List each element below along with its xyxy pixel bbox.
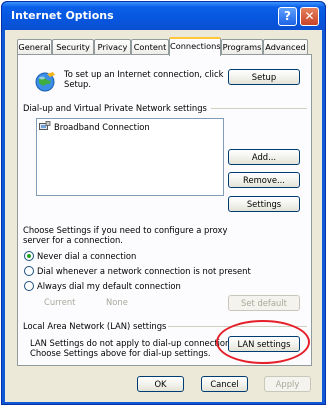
apply-button[interactable]: Apply — [264, 376, 311, 392]
title-bar[interactable]: Internet Options ? ✕ — [2, 2, 325, 30]
proxy-text-line1: Choose Settings if you need to configure… — [23, 225, 228, 235]
setup-text-line1: To set up an Internet connection, click — [64, 69, 224, 79]
dial-whenever-label[interactable]: Dial whenever a network connection is no… — [37, 266, 251, 276]
setup-button[interactable]: Setup — [228, 69, 300, 85]
settings-button[interactable]: Settings — [228, 196, 300, 212]
radio-never-dial[interactable] — [24, 251, 34, 261]
connections-panel: To set up an Internet connection, click … — [17, 54, 312, 366]
dialup-divider — [211, 108, 307, 109]
setup-text-line2: Setup. — [64, 79, 92, 89]
set-default-button[interactable]: Set default — [228, 295, 300, 311]
lan-settings-button[interactable]: LAN settings — [228, 336, 300, 352]
proxy-text-line2: server for a connection. — [23, 235, 123, 245]
dialog-body: General Security Privacy Content Connect… — [5, 30, 322, 402]
close-button[interactable]: ✕ — [300, 7, 319, 26]
current-value: None — [106, 297, 128, 307]
globe-icon — [34, 71, 56, 93]
tab-general[interactable]: General — [17, 39, 52, 55]
tab-privacy[interactable]: Privacy — [94, 39, 131, 55]
tab-connections[interactable]: Connections — [169, 37, 221, 56]
connections-list[interactable]: Broadband Connection — [36, 118, 224, 196]
remove-button[interactable]: Remove... — [228, 172, 300, 188]
list-item-label: Broadband Connection — [54, 122, 150, 132]
ok-button[interactable]: OK — [137, 376, 184, 392]
help-button[interactable]: ? — [278, 7, 297, 26]
lan-text-line1: LAN Settings do not apply to dial-up con… — [30, 338, 238, 348]
window-title: Internet Options — [11, 9, 114, 22]
tab-security[interactable]: Security — [52, 39, 94, 55]
always-dial-label[interactable]: Always dial my default connection — [37, 281, 181, 291]
add-button[interactable]: Add... — [228, 149, 300, 165]
tab-content[interactable]: Content — [131, 39, 169, 55]
dialup-heading: Dial-up and Virtual Private Network sett… — [23, 103, 207, 113]
network-connection-icon — [39, 121, 51, 133]
tab-advanced[interactable]: Advanced — [263, 39, 308, 55]
lan-heading: Local Area Network (LAN) settings — [23, 321, 167, 331]
internet-options-window: Internet Options ? ✕ General Security Pr… — [1, 1, 326, 405]
radio-dial-whenever[interactable] — [24, 266, 34, 276]
cancel-button[interactable]: Cancel — [201, 376, 248, 392]
radio-always-dial[interactable] — [24, 281, 34, 291]
tab-strip: General Security Privacy Content Connect… — [5, 30, 322, 56]
lan-text-line2: Choose Settings above for dial-up settin… — [30, 348, 211, 358]
current-label: Current — [44, 297, 76, 307]
tab-programs[interactable]: Programs — [221, 39, 263, 55]
never-dial-label[interactable]: Never dial a connection — [37, 251, 136, 261]
list-item[interactable]: Broadband Connection — [39, 121, 150, 133]
